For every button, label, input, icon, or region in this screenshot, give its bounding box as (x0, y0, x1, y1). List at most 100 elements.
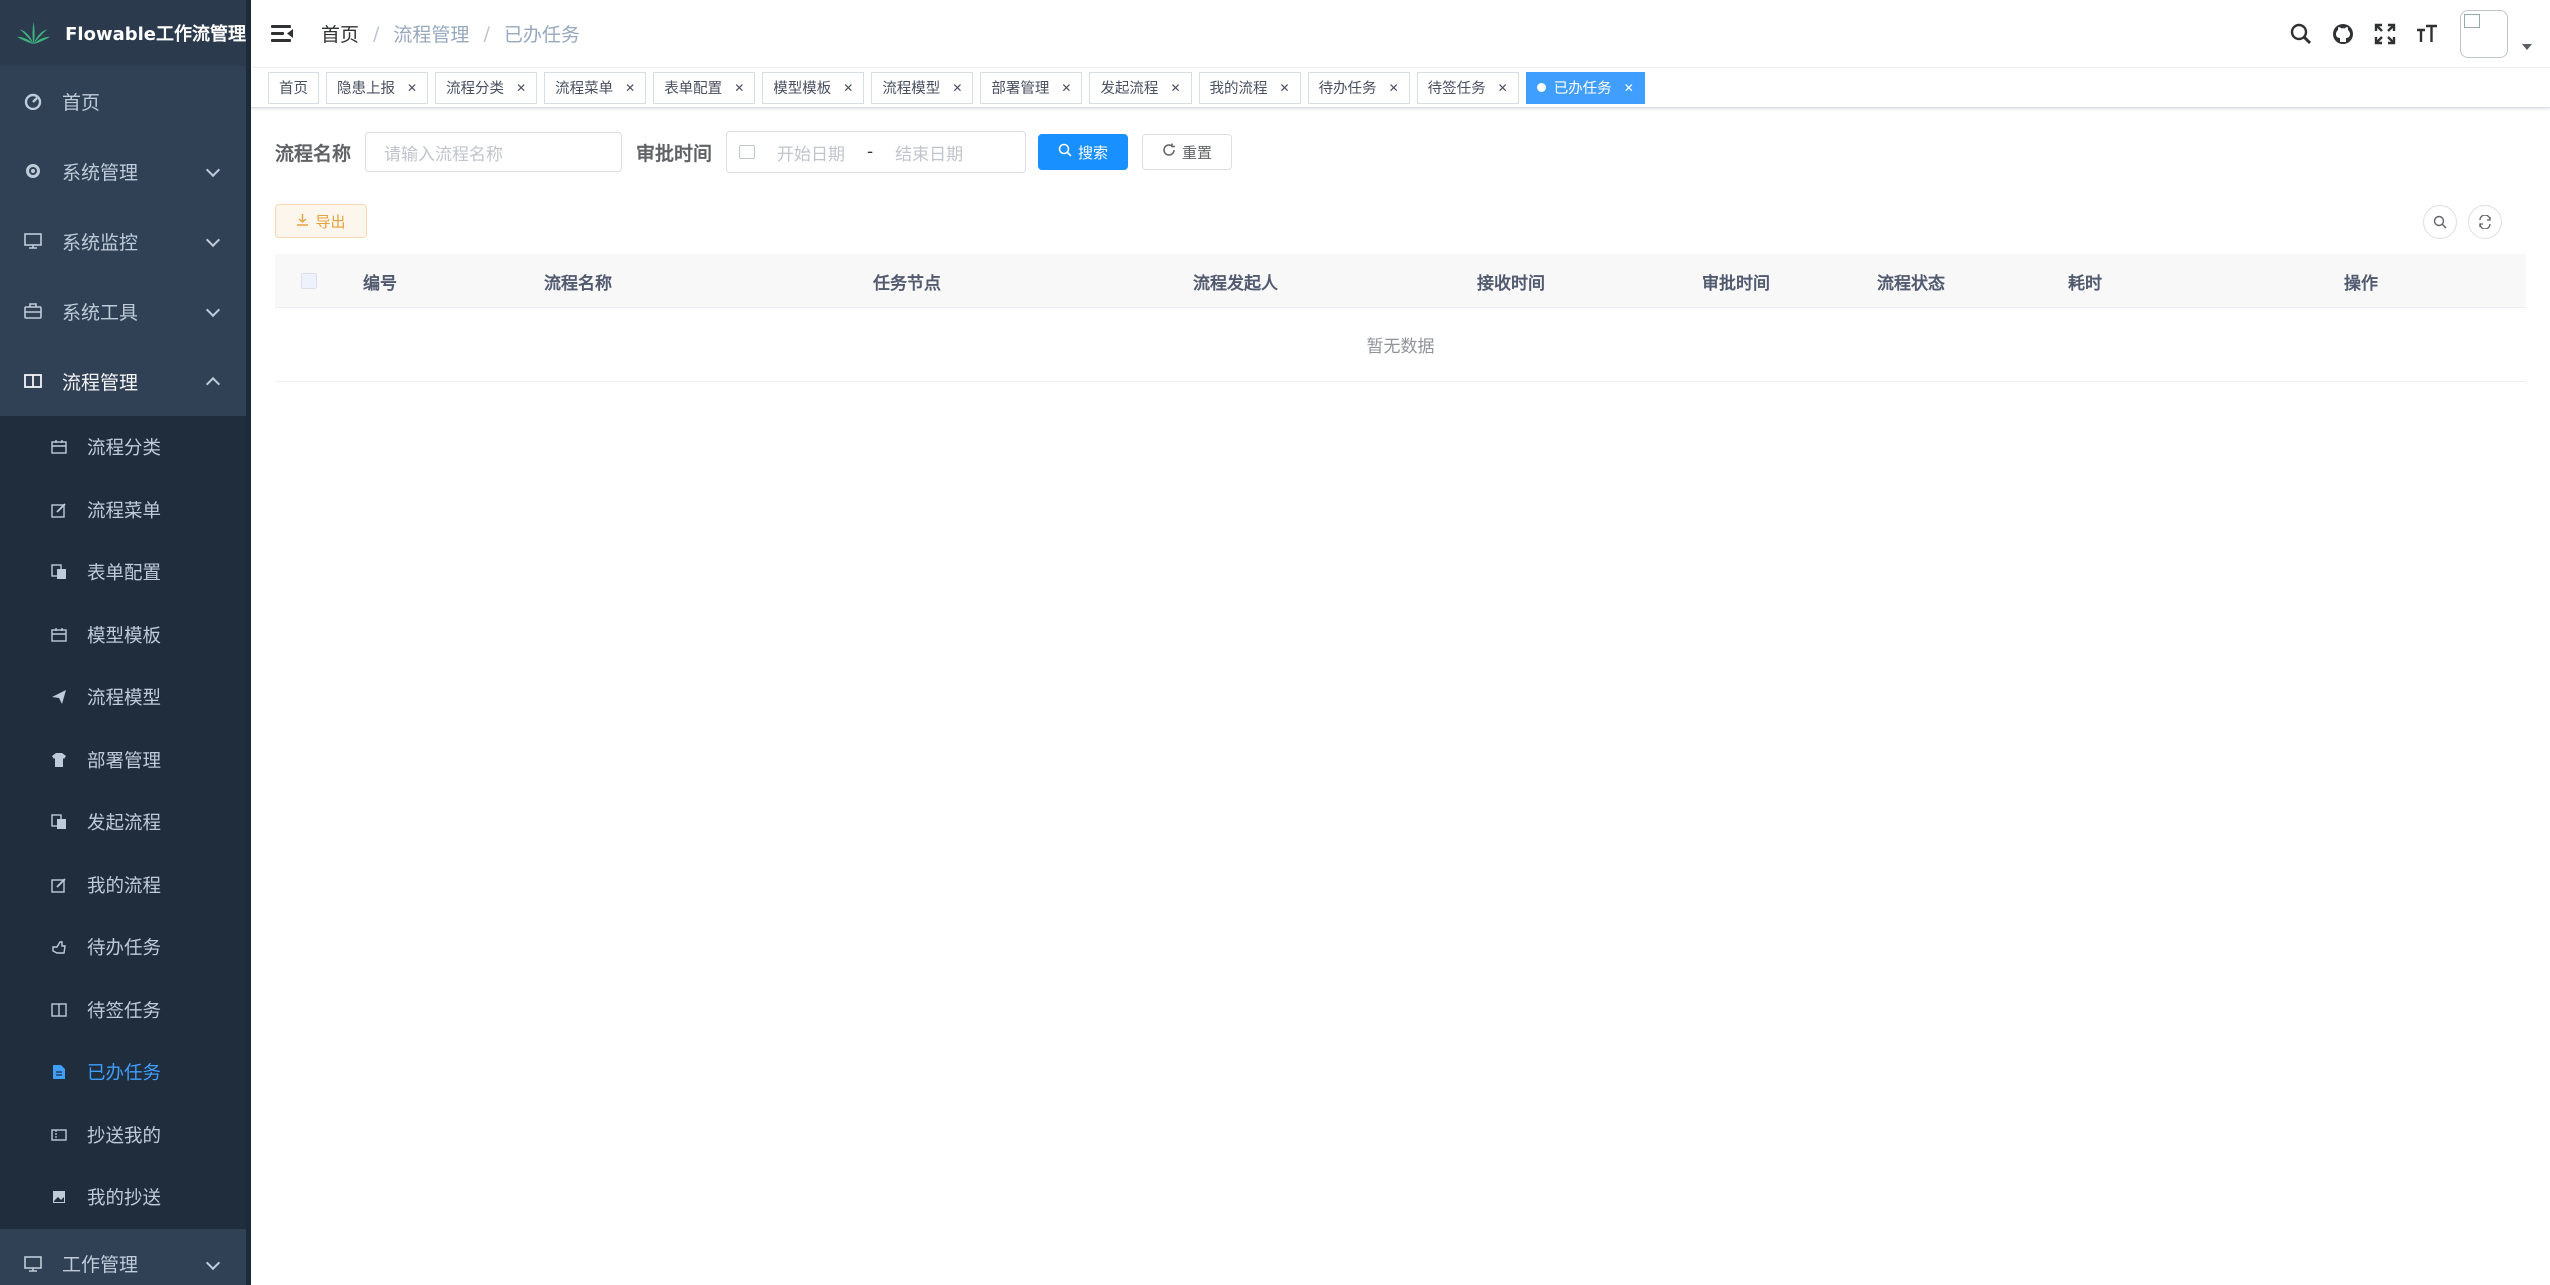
column-header: 操作 (2344, 273, 2378, 294)
close-icon[interactable]: ✕ (1170, 81, 1180, 95)
sidebar-item-model[interactable]: 流程模型 (0, 666, 246, 729)
sidebar-item-my-process[interactable]: 我的流程 (0, 854, 246, 917)
tag-label: 待签任务 (1427, 81, 1486, 97)
tag-item[interactable]: 部署管理 ✕ (980, 71, 1083, 104)
select-all-checkbox[interactable] (301, 273, 317, 289)
tag-label: 流程分类 (446, 81, 505, 97)
sidebar-item-cc-me[interactable]: 抄送我的 (0, 1104, 246, 1167)
logo-icon (16, 21, 51, 45)
search-form: 流程名称 请输入流程名称 审批时间 开始日期 - 结束日期 搜索 重置 (275, 130, 2526, 174)
search-icon (1058, 143, 1072, 161)
close-icon[interactable]: ✕ (1389, 81, 1399, 95)
logo-bar[interactable]: Flowable工作流管理 (0, 0, 246, 66)
refresh-table-icon[interactable] (2468, 205, 2502, 239)
github-icon[interactable] (2322, 13, 2364, 55)
tag-active[interactable]: 已办任务 ✕ (1525, 71, 1645, 104)
close-icon[interactable]: ✕ (843, 81, 853, 95)
sidebar-item-label: 系统管理 (62, 161, 139, 184)
tag-home[interactable]: 首页 (268, 71, 319, 104)
tags-view: 首页 隐患上报 ✕ 流程分类 ✕ 流程菜单 ✕ 表单配置 ✕ 模型模板 ✕ 流程模型 ✕ 部… (251, 68, 2550, 108)
close-icon[interactable]: ✕ (734, 81, 744, 95)
caret-down-icon (2522, 44, 2532, 50)
name-label: 流程名称 (275, 142, 352, 165)
toggle-search-icon[interactable] (2423, 205, 2457, 239)
sidebar-item-claim[interactable]: 待签任务 (0, 979, 246, 1042)
font-size-icon[interactable] (2406, 13, 2448, 55)
column-header: 流程发起人 (1193, 273, 1278, 294)
sidebar-item-category[interactable]: 流程分类 (0, 416, 246, 479)
ticket-icon (50, 1126, 68, 1144)
sidebar-item-label: 已办任务 (87, 1063, 162, 1085)
reset-button-label: 重置 (1182, 143, 1213, 162)
calendar-icon (50, 626, 68, 644)
column-header: 流程名称 (544, 273, 612, 294)
sidebar-item-label: 部署管理 (87, 750, 162, 772)
process-submenu: 流程分类 流程菜单 表单配置 模型模板 流程模型 部署管理 发起流程 我的流程 (0, 416, 246, 1229)
avatar-dropdown[interactable] (2460, 10, 2532, 58)
column-header: 任务节点 (873, 273, 941, 294)
sidebar-item-monitor[interactable]: 系统监控 (0, 206, 246, 276)
sidebar-item-label: 我的流程 (87, 875, 162, 897)
process-name-input[interactable]: 请输入流程名称 (365, 132, 623, 172)
page-content: 流程名称 请输入流程名称 审批时间 开始日期 - 结束日期 搜索 重置 导出 编… (251, 130, 2550, 382)
date-range-picker[interactable]: 开始日期 - 结束日期 (726, 131, 1027, 173)
close-icon[interactable]: ✕ (516, 81, 526, 95)
book-icon (50, 1001, 68, 1019)
close-icon[interactable]: ✕ (952, 81, 962, 95)
close-icon[interactable]: ✕ (625, 81, 635, 95)
sidebar-item-home[interactable]: 首页 (0, 66, 246, 136)
hamburger-icon[interactable] (271, 23, 293, 45)
document-icon (50, 1063, 68, 1081)
sidebar-item-deploy[interactable]: 部署管理 (0, 729, 246, 792)
gear-icon (24, 162, 42, 180)
table-header: 编号 流程名称 任务节点 流程发起人 接收时间 审批时间 流程状态 耗时 操作 (275, 254, 2526, 308)
tag-item[interactable]: 流程模型 ✕ (871, 71, 974, 104)
sidebar-item-work[interactable]: 工作管理 (0, 1229, 246, 1285)
breadcrumb-home[interactable]: 首页 (321, 20, 359, 47)
tag-item[interactable]: 模型模板 ✕ (762, 71, 865, 104)
sidebar: Flowable工作流管理 首页 系统管理 系统监控 系统工具 流程管理 流程分… (0, 0, 246, 1285)
tag-label: 已办任务 (1553, 81, 1612, 97)
tag-item[interactable]: 隐患上报 ✕ (326, 71, 429, 104)
tag-item[interactable]: 表单配置 ✕ (653, 71, 756, 104)
sidebar-item-tools[interactable]: 系统工具 (0, 276, 246, 346)
monitor-icon (24, 1255, 42, 1273)
close-icon[interactable]: ✕ (1498, 81, 1508, 95)
tag-label: 流程菜单 (555, 81, 614, 97)
sidebar-item-system[interactable]: 系统管理 (0, 136, 246, 206)
sidebar-item-template[interactable]: 模型模板 (0, 604, 246, 667)
sidebar-item-my-cc[interactable]: 我的抄送 (0, 1166, 246, 1229)
reset-button[interactable]: 重置 (1142, 134, 1233, 170)
sidebar-item-menu[interactable]: 流程菜单 (0, 479, 246, 542)
tag-item[interactable]: 我的流程 ✕ (1198, 71, 1301, 104)
close-icon[interactable]: ✕ (1280, 81, 1290, 95)
fullscreen-icon[interactable] (2364, 13, 2406, 55)
tag-item[interactable]: 流程菜单 ✕ (544, 71, 647, 104)
tag-item[interactable]: 发起流程 ✕ (1089, 71, 1192, 104)
sidebar-item-form[interactable]: 表单配置 (0, 541, 246, 604)
export-button[interactable]: 导出 (275, 204, 367, 238)
sidebar-item-finished[interactable]: 已办任务 (0, 1041, 246, 1104)
download-icon (296, 212, 309, 230)
avatar[interactable] (2460, 10, 2508, 58)
tag-label: 首页 (279, 81, 308, 97)
breadcrumb: 首页 / 流程管理 / 已办任务 (321, 20, 580, 47)
shirt-icon (50, 751, 68, 769)
search-button[interactable]: 搜索 (1038, 134, 1129, 170)
tag-item[interactable]: 流程分类 ✕ (435, 71, 538, 104)
tag-item[interactable]: 待签任务 ✕ (1416, 71, 1519, 104)
tag-label: 我的流程 (1209, 81, 1268, 97)
search-button-label: 搜索 (1078, 143, 1109, 162)
chevron-down-icon (205, 232, 221, 248)
sidebar-item-todo[interactable]: 待办任务 (0, 916, 246, 979)
sidebar-item-process[interactable]: 流程管理 (0, 346, 246, 416)
copy-icon (50, 563, 68, 581)
navbar: 首页 / 流程管理 / 已办任务 (251, 0, 2550, 68)
sidebar-item-start[interactable]: 发起流程 (0, 791, 246, 854)
toolbox-icon (24, 302, 42, 320)
search-icon[interactable] (2280, 13, 2322, 55)
close-icon[interactable]: ✕ (1624, 81, 1634, 95)
close-icon[interactable]: ✕ (407, 81, 417, 95)
close-icon[interactable]: ✕ (1061, 81, 1071, 95)
tag-item[interactable]: 待办任务 ✕ (1307, 71, 1410, 104)
